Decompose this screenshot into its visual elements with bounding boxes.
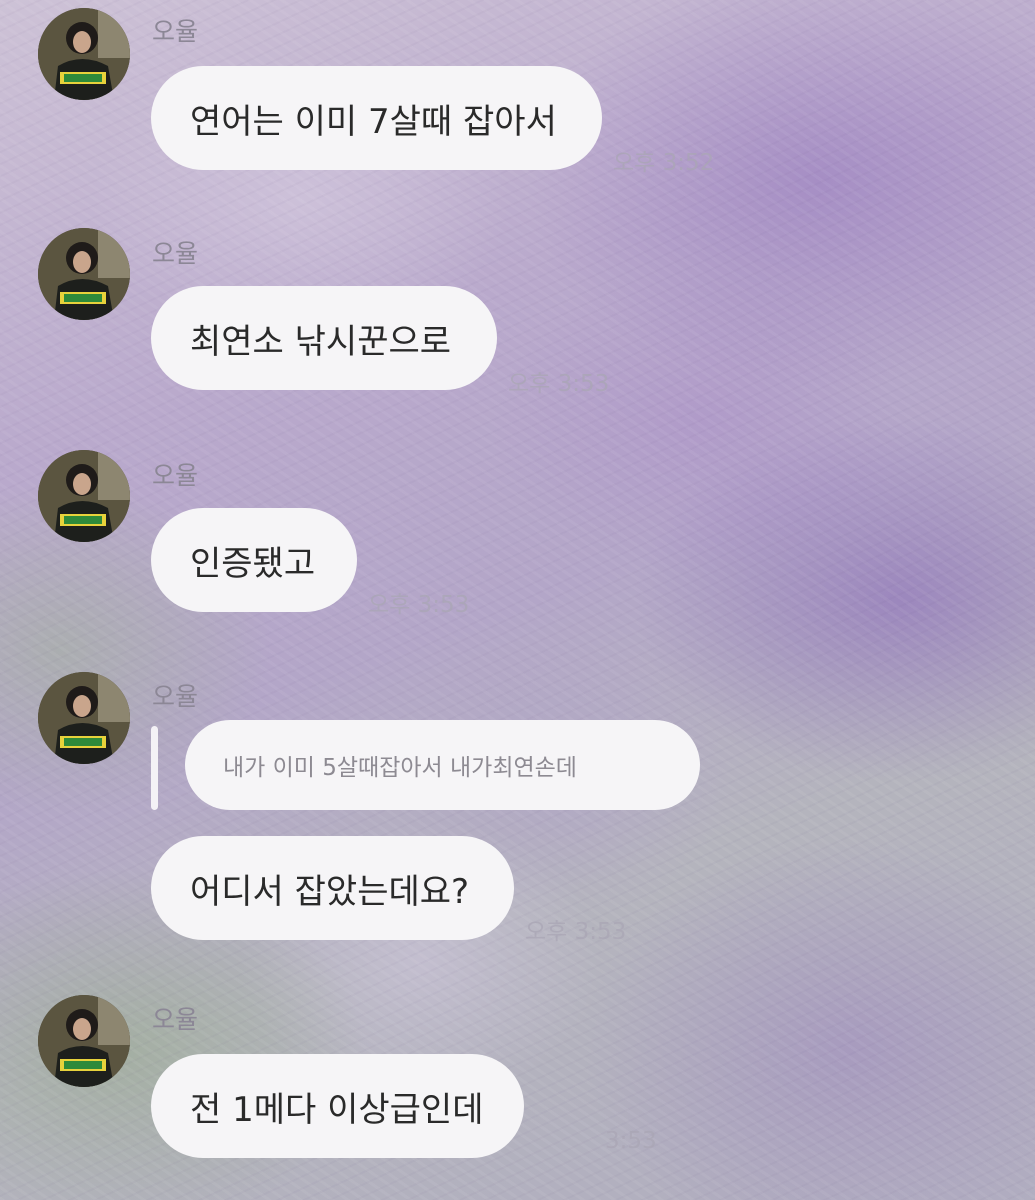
avatar-photo-icon [38,228,130,320]
reply-quote-bar [151,726,158,810]
sender-name: 오율 [152,682,199,711]
avatar-photo-icon [38,8,130,100]
chat-screen: 오율 연어는 이미 7살때 잡아서 오후 3:52 오율 최연소 낚시꾼으로 오… [0,0,1035,1200]
sender-avatar[interactable] [38,672,130,764]
message-bubble[interactable]: 연어는 이미 7살때 잡아서 [151,66,602,170]
avatar-photo-icon [38,995,130,1087]
sender-name: 오율 [152,461,199,490]
sender-name: 오율 [152,1005,199,1034]
avatar-photo-icon [38,672,130,764]
message-bubble[interactable]: 인증됐고 [151,508,357,612]
sender-avatar[interactable] [38,995,130,1087]
message-timestamp: 오후 3:52 [613,150,715,176]
reply-quote[interactable]: 내가 이미 5살때잡아서 내가최연손데 [185,720,700,810]
message-timestamp: 오후 3:53 [508,371,610,397]
sender-avatar[interactable] [38,228,130,320]
message-bubble[interactable]: 어디서 잡았는데요? [151,836,514,940]
sender-name: 오율 [152,239,199,268]
sender-name: 오율 [152,17,199,46]
sender-avatar[interactable] [38,450,130,542]
sender-avatar[interactable] [38,8,130,100]
avatar-photo-icon [38,450,130,542]
message-bubble[interactable]: 전 1메다 이상급인데 [151,1054,524,1158]
message-timestamp: 오후 3:53 [368,592,470,618]
message-bubble[interactable]: 최연소 낚시꾼으로 [151,286,497,390]
message-timestamp: 오후 3:53 [525,919,627,945]
message-timestamp: 3:53 [605,1128,657,1154]
